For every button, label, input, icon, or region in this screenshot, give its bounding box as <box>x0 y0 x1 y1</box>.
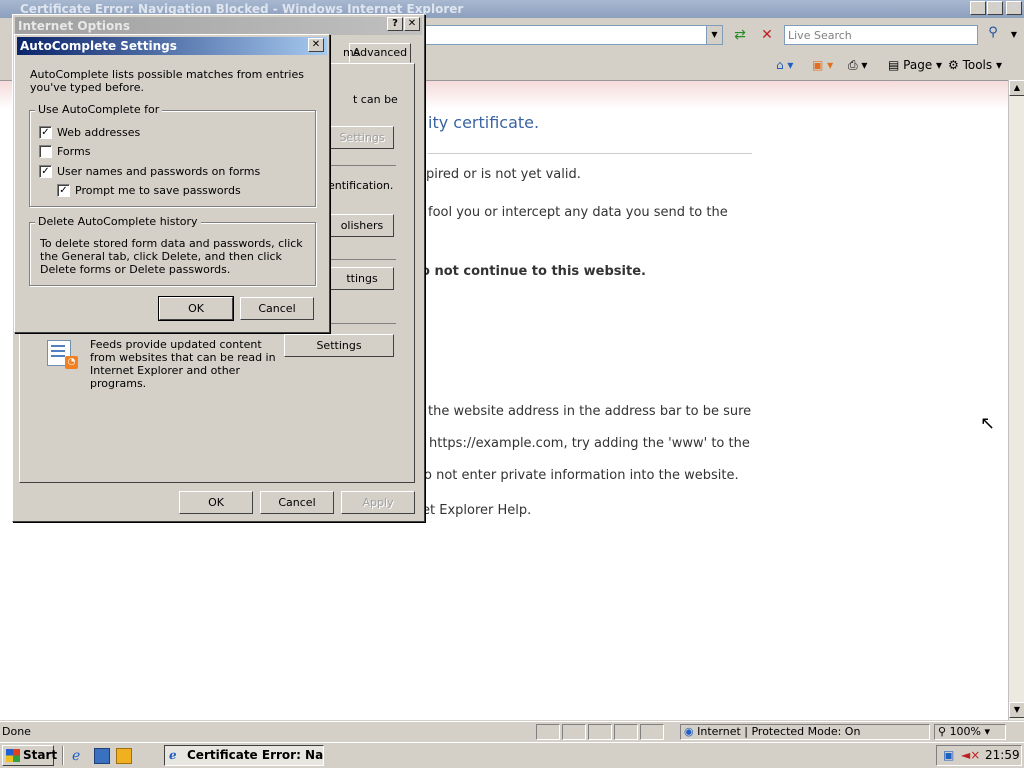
taskbar-divider <box>62 746 64 765</box>
text-fragment: t can be <box>353 93 398 106</box>
divider <box>328 259 396 260</box>
zoom-icon: ⚲ <box>938 725 947 738</box>
tab-advanced[interactable]: Advanced <box>349 43 411 63</box>
scroll-down-icon[interactable]: ▼ <box>1009 702 1024 718</box>
zoom-control[interactable]: ⚲ 100% ▾ <box>934 724 1006 740</box>
content-text-2: fool you or intercept any data you send … <box>428 205 728 220</box>
clock[interactable]: 21:59 <box>985 746 1020 765</box>
status-cell <box>640 724 664 740</box>
vertical-scrollbar[interactable]: ▲ ▼ <box>1008 80 1024 720</box>
tools-menu-label: Tools <box>962 58 993 72</box>
autocomplete-close-button[interactable]: ✕ <box>308 38 324 52</box>
start-button[interactable]: Start <box>2 745 58 766</box>
content-text-5: https://example.com, try adding the 'www… <box>429 436 750 451</box>
volume-muted-icon[interactable]: ◄× <box>961 746 980 765</box>
cancel-button[interactable]: Cancel <box>260 491 334 514</box>
system-tray: ▣ ◄× 21:59 <box>936 745 1022 766</box>
windows-logo-icon <box>6 749 20 762</box>
desktop-quicklaunch-icon[interactable] <box>94 748 110 764</box>
search-icon[interactable]: ⚲ <box>983 25 1003 45</box>
content-text-7: et Explorer Help. <box>422 503 532 518</box>
web-addresses-label: Web addresses <box>57 126 141 139</box>
tools-menu[interactable]: ⚙ Tools ▾ <box>948 56 1002 74</box>
feeds-icon[interactable]: ▣ ▾ <box>812 56 833 74</box>
help-button[interactable]: ? <box>387 17 403 31</box>
autocomplete-title: AutoComplete Settings <box>17 37 327 55</box>
content-text-4: the website address in the address bar t… <box>428 404 752 419</box>
network-icon[interactable]: ▣ <box>943 746 954 765</box>
close-button[interactable]: ✕ <box>1006 1 1022 15</box>
autocomplete-ok-button[interactable]: OK <box>158 296 234 321</box>
refresh-icon[interactable]: ⇄ <box>730 25 750 45</box>
security-zone-label: Internet | Protected Mode: On <box>697 725 861 738</box>
media-quicklaunch-icon[interactable] <box>116 748 132 764</box>
settings-button[interactable]: ttings <box>330 267 394 290</box>
globe-icon: ◉ <box>684 725 694 738</box>
feeds-settings-icon: ◔ <box>47 340 78 370</box>
feeds-description: Feeds provide updated content from websi… <box>90 338 276 390</box>
status-cell <box>588 724 612 740</box>
feeds-settings-button[interactable]: Settings <box>284 334 394 357</box>
checkbox-box[interactable] <box>39 145 52 158</box>
print-icon[interactable]: ⎙ ▾ <box>848 56 867 74</box>
autocomplete-cancel-button[interactable]: Cancel <box>240 297 314 320</box>
text-fragment: entification. <box>328 179 394 192</box>
address-dropdown-icon[interactable]: ▼ <box>706 26 722 44</box>
autocomplete-intro: AutoComplete lists possible matches from… <box>30 68 304 94</box>
apply-button[interactable]: Apply <box>341 491 415 514</box>
status-cell <box>614 724 638 740</box>
taskbar-item-label: Certificate Error: Navi... <box>187 748 324 762</box>
use-autocomplete-group-label: Use AutoComplete for <box>35 103 163 116</box>
status-cell <box>536 724 560 740</box>
delete-history-group: Delete AutoComplete history To delete st… <box>29 215 316 286</box>
address-bar[interactable]: ▼ <box>425 25 723 45</box>
mouse-cursor: ↖ <box>980 413 996 434</box>
ok-button[interactable]: OK <box>179 491 253 514</box>
search-input[interactable]: Live Search <box>784 25 978 45</box>
certificate-heading: ity certificate. <box>428 113 540 132</box>
content-text-1: pired or is not yet valid. <box>426 167 581 182</box>
status-text: Done <box>2 725 31 738</box>
status-bar: Done ◉ Internet | Protected Mode: On ⚲ 1… <box>0 721 1024 741</box>
checkbox-box[interactable]: ✓ <box>39 165 52 178</box>
status-cell <box>562 724 586 740</box>
divider <box>328 323 396 324</box>
usernames-passwords-label: User names and passwords on forms <box>57 165 261 178</box>
delete-history-text: To delete stored form data and passwords… <box>40 237 303 276</box>
page-menu[interactable]: ▤ Page ▾ <box>888 56 942 74</box>
scroll-up-icon[interactable]: ▲ <box>1009 80 1024 96</box>
autocomplete-settings-dialog: AutoComplete Settings ✕ AutoComplete lis… <box>14 34 330 333</box>
ie-icon: ℯ <box>169 748 177 762</box>
publishers-button[interactable]: olishers <box>330 214 394 237</box>
internet-options-title: Internet Options <box>15 17 422 35</box>
prompt-save-passwords-label: Prompt me to save passwords <box>75 184 241 197</box>
content-text-6: o not enter private information into the… <box>424 468 739 483</box>
stop-icon[interactable]: ✕ <box>757 25 777 45</box>
divider <box>328 165 396 166</box>
dialog-close-button[interactable]: ✕ <box>404 17 420 31</box>
taskbar-item-ie[interactable]: ℯ Certificate Error: Navi... <box>164 745 324 766</box>
taskbar: Start ℯ ℯ Certificate Error: Navi... ▣ ◄… <box>0 742 1024 768</box>
search-options-icon[interactable]: ▼ <box>1004 25 1024 45</box>
autocomplete-settings-button[interactable]: Settings <box>330 126 394 149</box>
page-menu-label: Page <box>903 58 933 72</box>
checkbox-box[interactable]: ✓ <box>39 126 52 139</box>
divider <box>428 153 752 154</box>
delete-history-group-label: Delete AutoComplete history <box>35 215 201 228</box>
restore-button[interactable]: ❐ <box>987 1 1003 15</box>
content-text-3: o not continue to this website. <box>421 264 646 279</box>
start-label: Start <box>23 748 58 762</box>
home-icon[interactable]: ⌂ ▾ <box>776 56 793 74</box>
security-zone[interactable]: ◉ Internet | Protected Mode: On <box>680 724 930 740</box>
ie-quicklaunch-icon[interactable]: ℯ <box>72 748 88 764</box>
minimize-button[interactable]: _ <box>970 1 986 15</box>
zoom-level: 100% <box>949 725 982 738</box>
forms-label: Forms <box>57 145 91 158</box>
checkbox-box[interactable]: ✓ <box>57 184 70 197</box>
use-autocomplete-group: Use AutoComplete for ✓ Web addresses For… <box>29 103 316 207</box>
